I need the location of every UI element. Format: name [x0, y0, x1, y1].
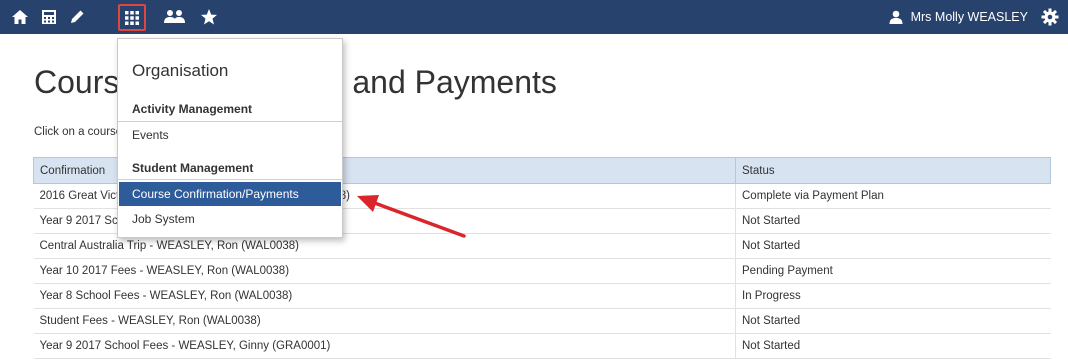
organisation-menu: Organisation Activity Management Events …: [117, 38, 343, 238]
people-icon[interactable]: [163, 5, 187, 29]
user-menu[interactable]: Mrs Molly WEASLEY: [889, 0, 1028, 34]
star-icon[interactable]: [197, 5, 221, 29]
menu-heading: Organisation: [132, 61, 229, 80]
grid-icon[interactable]: [118, 4, 146, 31]
pencil-icon[interactable]: [65, 5, 89, 29]
home-icon[interactable]: [8, 5, 32, 29]
user-icon: [889, 10, 903, 24]
table-row[interactable]: Year 8 School Fees - WEASLEY, Ron (WAL00…: [33, 283, 1051, 309]
menu-divider: [118, 121, 342, 122]
menu-divider: [118, 179, 342, 180]
status-cell: Not Started: [735, 308, 1051, 334]
menu-item-events[interactable]: Events: [119, 123, 341, 147]
table-row[interactable]: Student Fees - WEASLEY, Ron (WAL0038) No…: [33, 308, 1051, 334]
confirmation-cell[interactable]: Student Fees - WEASLEY, Ron (WAL0038): [33, 308, 736, 334]
confirmation-cell[interactable]: Year 8 School Fees - WEASLEY, Ron (WAL00…: [33, 283, 736, 309]
status-cell: In Progress: [735, 283, 1051, 309]
status-cell: Not Started: [735, 208, 1051, 234]
calculator-icon[interactable]: [37, 5, 61, 29]
menu-section-activity-management: Activity Management: [132, 102, 253, 116]
menu-item-job-system[interactable]: Job System: [119, 207, 341, 231]
status-cell: Not Started: [735, 233, 1051, 259]
table-row[interactable]: Year 9 2017 School Fees - WEASLEY, Ginny…: [33, 333, 1051, 359]
gear-icon[interactable]: [1038, 5, 1062, 29]
confirmation-cell[interactable]: Year 10 2017 Fees - WEASLEY, Ron (WAL003…: [33, 258, 736, 284]
table-row[interactable]: Year 10 2017 Fees - WEASLEY, Ron (WAL003…: [33, 258, 1051, 284]
user-name: Mrs Molly WEASLEY: [910, 10, 1028, 24]
status-cell: Pending Payment: [735, 258, 1051, 284]
confirmation-cell[interactable]: Year 9 2017 School Fees - WEASLEY, Ginny…: [33, 333, 736, 359]
top-navbar: Mrs Molly WEASLEY: [0, 0, 1068, 34]
status-cell: Complete via Payment Plan: [735, 183, 1051, 209]
column-header-status[interactable]: Status: [735, 157, 1051, 184]
menu-section-student-management: Student Management: [132, 161, 254, 175]
status-cell: Not Started: [735, 333, 1051, 359]
menu-item-course-confirmation-payments[interactable]: Course Confirmation/Payments: [119, 182, 341, 206]
